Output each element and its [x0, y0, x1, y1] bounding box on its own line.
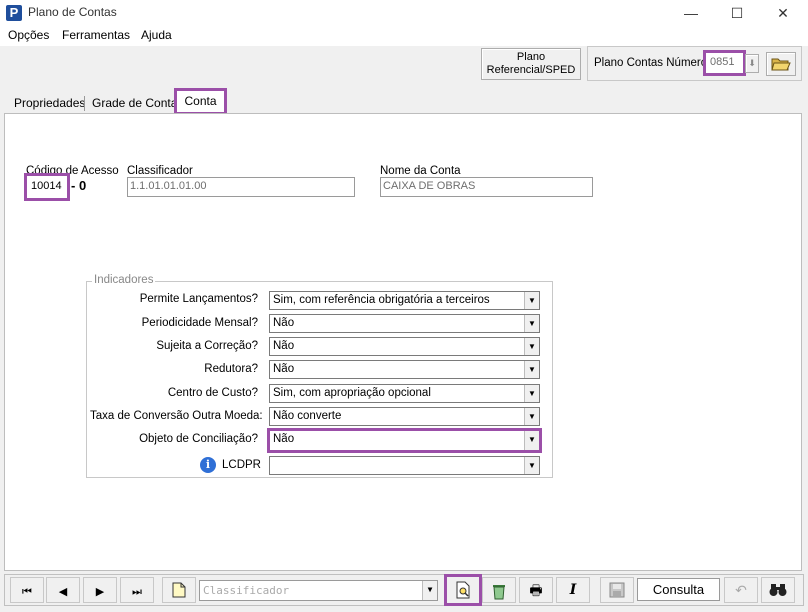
first-record-button[interactable]: ⏮ [10, 577, 44, 603]
classificador-search-placeholder: Classificador [203, 584, 290, 597]
nome-conta-field[interactable]: CAIXA DE OBRAS [380, 177, 593, 197]
plano-contas-spin-button[interactable]: ⬇ [745, 54, 759, 73]
dropdown-arrow-icon[interactable]: ▼ [524, 338, 539, 355]
tab-divider [84, 96, 85, 111]
redutora-label: Redutora? [204, 363, 258, 375]
info-icon[interactable]: i [200, 457, 216, 473]
lcdpr-label: LCDPR [222, 459, 261, 471]
open-folder-icon [771, 58, 791, 71]
open-folder-button[interactable] [766, 52, 796, 76]
binoculars-icon [769, 584, 787, 596]
close-button[interactable]: ✕ [760, 0, 806, 26]
last-icon: ⏭ [132, 586, 142, 598]
italic-button[interactable]: I [556, 577, 590, 603]
next-icon: ▶ [95, 586, 105, 598]
next-record-button[interactable]: ▶ [83, 577, 117, 603]
plano-referencial-sped-button[interactable]: Plano Referencial/SPED [481, 48, 581, 80]
permite-lancamentos-label: Permite Lançamentos? [139, 293, 258, 305]
new-document-icon [172, 582, 186, 598]
binoculars-button[interactable] [761, 577, 795, 603]
taxa-conversao-combo[interactable]: Não converte ▼ [269, 407, 540, 426]
menu-opcoes[interactable]: Opções [8, 28, 49, 42]
centro-custo-value: Sim, com apropriação opcional [273, 387, 431, 399]
sujeita-correcao-value: Não [273, 340, 295, 352]
dropdown-arrow-icon[interactable]: ▼ [422, 581, 437, 600]
tab-propriedades[interactable]: Propriedades [11, 94, 88, 114]
save-button[interactable] [600, 577, 634, 603]
print-button[interactable]: 🖶 [519, 577, 553, 603]
permite-lancamentos-combo[interactable]: Sim, com referência obrigatória a tercei… [269, 291, 540, 310]
taxa-conversao-label: Taxa de Conversão Outra Moeda: [90, 410, 263, 422]
mode-indicator: Consulta [637, 578, 720, 601]
last-record-button[interactable]: ⏭ [120, 577, 154, 603]
undo-button[interactable]: ↶ [724, 577, 758, 603]
italic-icon: I [569, 582, 577, 598]
dropdown-arrow-icon[interactable]: ▼ [524, 408, 539, 425]
printer-icon: 🖶 [529, 582, 543, 598]
minimize-button[interactable]: — [668, 0, 714, 26]
classificador-label: Classificador [127, 165, 193, 177]
prev-record-button[interactable]: ◀ [46, 577, 80, 603]
delete-button[interactable] [482, 577, 516, 603]
objeto-conciliacao-combo[interactable]: Não ▼ [267, 428, 542, 453]
codigo-digit: - 0 [71, 178, 87, 193]
plano-ref-line1: Plano [516, 51, 546, 63]
periodicidade-mensal-combo[interactable]: Não ▼ [269, 314, 540, 333]
classificador-search-combo[interactable]: Classificador ▼ [199, 580, 438, 601]
tab-conta[interactable]: Conta [174, 88, 227, 115]
nome-conta-label: Nome da Conta [380, 165, 461, 177]
window-title: Plano de Contas [28, 5, 117, 19]
maximize-button[interactable]: ☐ [714, 0, 760, 26]
periodicidade-mensal-label: Periodicidade Mensal? [141, 317, 258, 329]
plano-contas-label: Plano Contas Número [594, 57, 708, 69]
indicadores-title: Indicadores [92, 274, 156, 286]
tab-grade-de-contas[interactable]: Grade de Contas [89, 94, 186, 114]
permite-lancamentos-value: Sim, com referência obrigatória a tercei… [273, 294, 490, 306]
lcdpr-combo[interactable]: ▼ [269, 456, 540, 475]
prev-icon: ◀ [58, 586, 68, 598]
title-bar: P Plano de Contas — ☐ ✕ [0, 0, 808, 26]
floppy-disk-icon [609, 582, 625, 598]
objeto-conciliacao-label: Objeto de Conciliação? [139, 433, 258, 445]
taxa-conversao-value: Não converte [273, 410, 342, 422]
arrow-down-icon: ⬇ [748, 58, 756, 68]
sujeita-correcao-label: Sujeita a Correção? [156, 340, 258, 352]
dropdown-arrow-icon[interactable]: ▼ [524, 361, 539, 378]
plano-ref-line2: Referencial/SPED [486, 64, 576, 76]
menu-bar: Opções Ferramentas Ajuda [0, 26, 808, 46]
menu-ajuda[interactable]: Ajuda [141, 28, 172, 42]
redutora-value: Não [273, 363, 295, 375]
new-record-button[interactable] [162, 577, 196, 603]
dropdown-arrow-icon[interactable]: ▼ [524, 292, 539, 309]
dropdown-arrow-icon[interactable]: ▼ [524, 431, 539, 450]
objeto-conciliacao-value: Não [273, 433, 295, 445]
app-icon: P [6, 5, 22, 21]
centro-custo-label: Centro de Custo? [167, 387, 258, 399]
classificador-field[interactable]: 1.1.01.01.01.00 [127, 177, 355, 197]
periodicidade-mensal-value: Não [273, 317, 295, 329]
sujeita-correcao-combo[interactable]: Não ▼ [269, 337, 540, 356]
codigo-acesso-field[interactable]: 10014 [24, 173, 70, 201]
first-icon: ⏮ [22, 586, 32, 598]
redutora-combo[interactable]: Não ▼ [269, 360, 540, 379]
dropdown-arrow-icon[interactable]: ▼ [524, 457, 539, 474]
plano-contas-number-field[interactable]: 0851 [703, 50, 746, 76]
dropdown-arrow-icon[interactable]: ▼ [524, 315, 539, 332]
recycle-bin-icon [493, 585, 505, 600]
menu-ferramentas[interactable]: Ferramentas [62, 28, 130, 42]
centro-custo-combo[interactable]: Sim, com apropriação opcional ▼ [269, 384, 540, 403]
dropdown-arrow-icon[interactable]: ▼ [524, 385, 539, 402]
document-search-icon [456, 581, 470, 599]
undo-icon: ↶ [735, 582, 747, 598]
find-document-button[interactable] [444, 574, 482, 606]
